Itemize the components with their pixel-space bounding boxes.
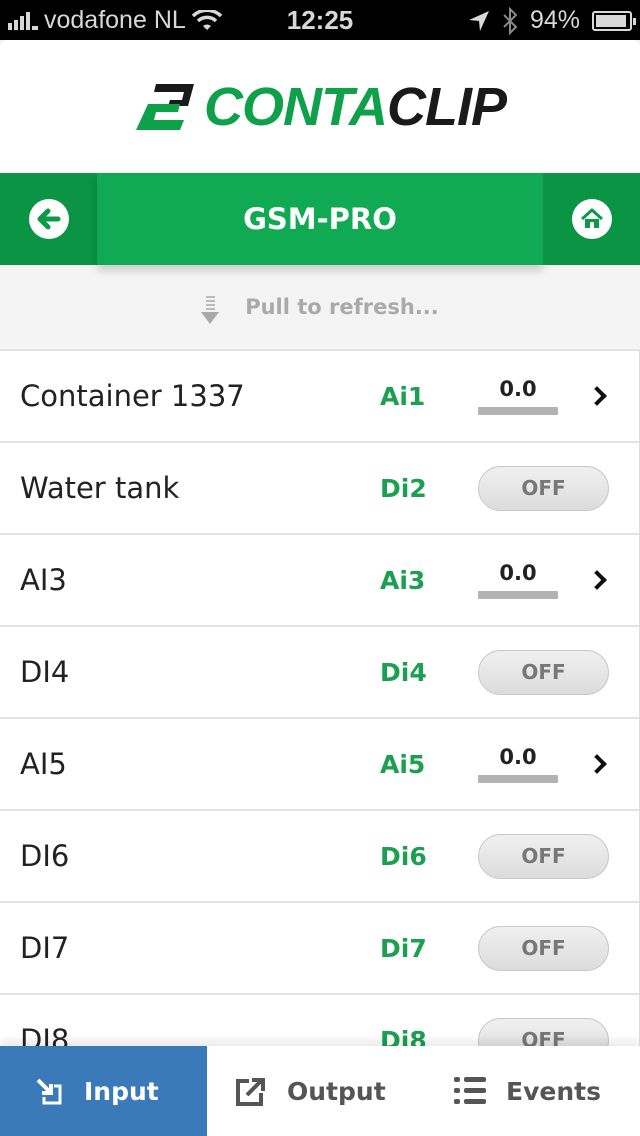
analog-value: 0.0: [478, 377, 558, 415]
back-arrow-circle-icon: [28, 199, 69, 239]
bluetooth-icon: [503, 6, 518, 35]
item-code: Di7: [380, 933, 427, 963]
list-item: DI6 Di6 OFF: [0, 809, 639, 901]
output-icon: [235, 1075, 267, 1107]
tab-input[interactable]: Input: [0, 1046, 207, 1136]
analog-value: 0.0: [478, 561, 558, 599]
battery-icon: [592, 10, 636, 31]
home-button[interactable]: [543, 173, 640, 265]
battery-percent: 94%: [529, 6, 580, 34]
list-item[interactable]: AI3 Ai3 0.0: [0, 533, 639, 625]
on-off-toggle[interactable]: OFF: [478, 649, 609, 695]
chevron-right-icon[interactable]: [587, 570, 607, 590]
item-code: Di6: [380, 841, 427, 871]
pull-to-refresh[interactable]: Pull to refresh...: [0, 265, 640, 349]
contaclip-logo: CONTA CLIP: [134, 76, 507, 138]
analog-value-text: 0.0: [499, 745, 537, 769]
list-item: DI7 Di7 OFF: [0, 901, 639, 993]
analog-value-bar: [478, 775, 558, 783]
item-code: Ai1: [380, 381, 426, 411]
location-icon: [468, 10, 489, 31]
analog-value-text: 0.0: [499, 561, 537, 585]
logo-mark-icon: [136, 83, 194, 130]
list-icon: [454, 1076, 486, 1106]
status-bar: vodafone NL 12:25 94%: [0, 0, 640, 40]
tab-events[interactable]: Events: [420, 1046, 640, 1136]
chevron-right-icon[interactable]: [587, 754, 607, 774]
input-icon: [34, 1076, 64, 1106]
tab-output-label: Output: [287, 1076, 386, 1106]
home-circle-icon: [571, 199, 612, 239]
analog-value-bar: [478, 591, 558, 599]
logo-text-conta: CONTA: [204, 76, 388, 137]
page-title: GSM-PRO: [97, 173, 543, 265]
item-name: Water tank: [20, 471, 180, 505]
analog-value-text: 0.0: [499, 377, 537, 401]
list-item: DI4 Di4 OFF: [0, 625, 639, 717]
tab-output[interactable]: Output: [207, 1046, 420, 1136]
item-name: AI5: [20, 747, 67, 781]
tab-input-label: Input: [84, 1076, 159, 1106]
chevron-right-icon[interactable]: [587, 386, 607, 406]
status-right: 94%: [468, 6, 636, 35]
item-code: Ai3: [380, 565, 426, 595]
item-code: Di2: [380, 473, 427, 503]
item-code: Di4: [380, 657, 427, 687]
down-arrow-icon: [201, 296, 220, 324]
tab-events-label: Events: [506, 1076, 601, 1106]
pull-to-refresh-label: Pull to refresh...: [245, 295, 439, 319]
nav-bar: GSM-PRO: [0, 173, 640, 265]
logo-header: CONTA CLIP: [0, 40, 640, 173]
item-name: Container 1337: [20, 379, 245, 413]
list-item[interactable]: Container 1337 Ai1 0.0: [0, 349, 639, 441]
analog-value-bar: [478, 407, 558, 415]
on-off-toggle[interactable]: OFF: [478, 465, 609, 511]
on-off-toggle[interactable]: OFF: [478, 925, 609, 971]
list-item[interactable]: AI5 Ai5 0.0: [0, 717, 639, 809]
logo-text-clip: CLIP: [386, 76, 507, 137]
on-off-toggle[interactable]: OFF: [478, 833, 609, 879]
list-item: Water tank Di2 OFF: [0, 441, 639, 533]
item-code: Ai5: [380, 749, 426, 779]
item-name: DI4: [20, 655, 70, 689]
analog-value: 0.0: [478, 745, 558, 783]
back-button[interactable]: [0, 173, 97, 265]
screen: vodafone NL 12:25 94% CONTACLIP GSM-PRO: [0, 0, 640, 1136]
tab-bar: Input Output Events: [0, 1046, 640, 1136]
item-name: AI3: [20, 563, 67, 597]
item-name: DI7: [20, 931, 70, 965]
input-list: Container 1337 Ai1 0.0 Water tank Di2 OFF…: [0, 349, 640, 1085]
item-name: DI6: [20, 839, 70, 873]
